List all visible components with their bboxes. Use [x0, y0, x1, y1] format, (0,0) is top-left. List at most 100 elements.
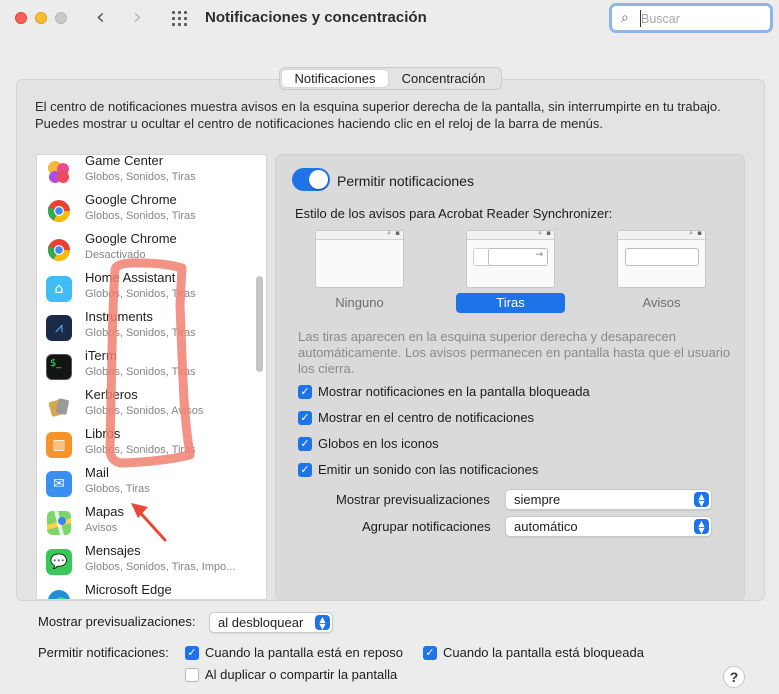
tab-bar: Notificaciones Concentración: [279, 67, 502, 90]
list-item[interactable]: Kerberos Globos, Sonidos, Avisos: [37, 387, 266, 426]
list-item[interactable]: 💬 Mensajes Globos, Sonidos, Tiras, Impo.…: [37, 543, 266, 582]
global-preview-select-value: al desbloquear: [218, 615, 304, 630]
list-item[interactable]: $_ iTerm Globos, Sonidos, Tiras: [37, 348, 266, 387]
checkbox[interactable]: ✓: [298, 463, 312, 477]
checkbox-label: Al duplicar o compartir la pantalla: [205, 667, 398, 682]
allow-notifications-toggle[interactable]: [292, 168, 330, 191]
app-status: Globos, Sonidos, Avisos: [85, 405, 204, 417]
app-status: Desactivado: [85, 249, 146, 261]
preview-label: Mostrar previsualizaciones: [336, 492, 490, 507]
checkbox-label: Cuando la pantalla está en reposo: [205, 645, 404, 660]
edge-icon: [46, 588, 72, 599]
alert-style-label: Estilo de los avisos para Acrobat Reader…: [295, 206, 613, 221]
allow-notifications-label: Permitir notificaciones: [337, 173, 474, 189]
checkbox-label: Cuando la pantalla está bloqueada: [443, 645, 644, 660]
select-arrows-icon: ▲ ▼: [694, 519, 709, 535]
global-preview-select[interactable]: al desbloquear ▲ ▼: [209, 612, 333, 633]
kerberos-icon: [46, 393, 72, 419]
list-item[interactable]: ✉ Mail Globos, Tiras: [37, 465, 266, 504]
style-note: Las tiras aparecen en la esquina superio…: [298, 329, 731, 376]
app-name: Google Chrome: [85, 192, 177, 207]
app-name: Home Assistant: [85, 270, 176, 285]
app-status: Globos, Tiras: [85, 483, 150, 495]
checkbox[interactable]: ✓: [185, 646, 199, 660]
list-item[interactable]: ▥ Libros Globos, Sonidos, Tiras: [37, 426, 266, 465]
list-item[interactable]: Google Chrome Globos, Sonidos, Tiras: [37, 192, 266, 231]
style-none-label[interactable]: Ninguno: [315, 295, 404, 310]
messages-icon: 💬: [46, 549, 72, 575]
app-name: Game Center: [85, 154, 164, 168]
back-chevron-icon[interactable]: ‹: [96, 6, 105, 30]
minimize-button[interactable]: [35, 12, 47, 24]
grouping-select[interactable]: automático ▲ ▼: [505, 516, 712, 537]
list-item[interactable]: Microsoft Edge: [37, 582, 266, 599]
app-name: Kerberos: [85, 387, 138, 402]
tab-concentracion[interactable]: Concentración: [388, 70, 499, 87]
list-item[interactable]: Game Center Globos, Sonidos, Tiras: [37, 154, 266, 192]
list-item[interactable]: ⌂ Home Assistant Globos, Sonidos, Tiras: [37, 270, 266, 309]
list-item[interactable]: ⩘ Instruments Globos, Sonidos, Tiras: [37, 309, 266, 348]
instruments-icon: ⩘: [46, 315, 72, 341]
style-alerts-preview[interactable]: ⌕ ▪: [617, 229, 706, 288]
app-name: iTerm: [85, 348, 117, 363]
app-name: Libros: [85, 426, 121, 441]
app-status: Avisos: [85, 522, 118, 534]
preview-select-value: siempre: [514, 492, 561, 507]
iterm-icon: $_: [46, 354, 72, 380]
app-status: Globos, Sonidos, Tiras: [85, 288, 196, 300]
forward-chevron-icon[interactable]: ›: [133, 6, 142, 30]
style-banners-label[interactable]: Tiras: [456, 293, 565, 313]
mail-icon: ✉: [46, 471, 72, 497]
checkbox-label: Mostrar notificaciones en la pantalla bl…: [318, 384, 590, 399]
game-center-icon: [46, 159, 72, 185]
app-name: Mensajes: [85, 543, 141, 558]
app-status: Globos, Sonidos, Tiras: [85, 171, 196, 183]
maps-icon: [46, 510, 72, 536]
tab-notificaciones[interactable]: Notificaciones: [282, 70, 388, 87]
app-name: Google Chrome: [85, 231, 177, 246]
close-button[interactable]: [15, 12, 27, 24]
app-name: Mail: [85, 465, 109, 480]
window-title: Notificaciones y concentración: [205, 9, 427, 26]
list-item[interactable]: Google Chrome Desactivado: [37, 231, 266, 270]
app-status: Globos, Sonidos, Tiras: [85, 366, 196, 378]
app-status: Globos, Sonidos, Tiras: [85, 327, 196, 339]
description-text: El centro de notificaciones muestra avis…: [35, 99, 721, 131]
chrome-icon: [46, 198, 72, 224]
app-list[interactable]: Game Center Globos, Sonidos, Tiras Googl…: [36, 154, 267, 600]
app-name: Mapas: [85, 504, 125, 519]
app-status: Globos, Sonidos, Tiras, Impo...: [85, 561, 236, 573]
show-all-grid-icon[interactable]: [172, 11, 190, 26]
global-preview-label: Mostrar previsualizaciones:: [38, 614, 196, 629]
style-none-preview[interactable]: ⌕ ▪: [315, 229, 404, 288]
checkbox[interactable]: [185, 668, 199, 682]
checkbox[interactable]: ✓: [298, 385, 312, 399]
books-icon: ▥: [46, 432, 72, 458]
title-bar: ‹ › Notificaciones y concentración ⌕: [0, 0, 779, 38]
search-input[interactable]: [640, 10, 765, 27]
select-arrows-icon: ▲ ▼: [315, 615, 330, 631]
select-arrows-icon: ▲ ▼: [694, 492, 709, 508]
checkbox-label: Globos en los iconos: [318, 436, 439, 451]
app-list-scrollbar[interactable]: [256, 276, 263, 372]
search-field[interactable]: ⌕: [609, 3, 773, 33]
home-assistant-icon: ⌂: [46, 276, 72, 302]
help-button[interactable]: ?: [723, 666, 745, 688]
checkbox[interactable]: ✓: [298, 437, 312, 451]
global-allow-label: Permitir notificaciones:: [38, 645, 169, 660]
search-icon: ⌕: [621, 10, 629, 26]
list-item[interactable]: Mapas Avisos: [37, 504, 266, 543]
checkbox[interactable]: ✓: [423, 646, 437, 660]
checkbox-label: Emitir un sonido con las notificaciones: [318, 462, 539, 477]
checkbox-label: Mostrar en el centro de notificaciones: [318, 410, 535, 425]
grouping-select-value: automático: [514, 519, 578, 534]
app-name: Instruments: [85, 309, 153, 324]
style-banners-preview[interactable]: ⌕ ▪ →: [466, 229, 555, 288]
zoom-button[interactable]: [55, 12, 67, 24]
app-name: Microsoft Edge: [85, 582, 172, 597]
checkbox[interactable]: ✓: [298, 411, 312, 425]
app-status: Globos, Sonidos, Tiras: [85, 444, 196, 456]
preview-select[interactable]: siempre ▲ ▼: [505, 489, 712, 510]
grouping-label: Agrupar notificaciones: [362, 519, 491, 534]
style-alerts-label[interactable]: Avisos: [617, 295, 706, 310]
